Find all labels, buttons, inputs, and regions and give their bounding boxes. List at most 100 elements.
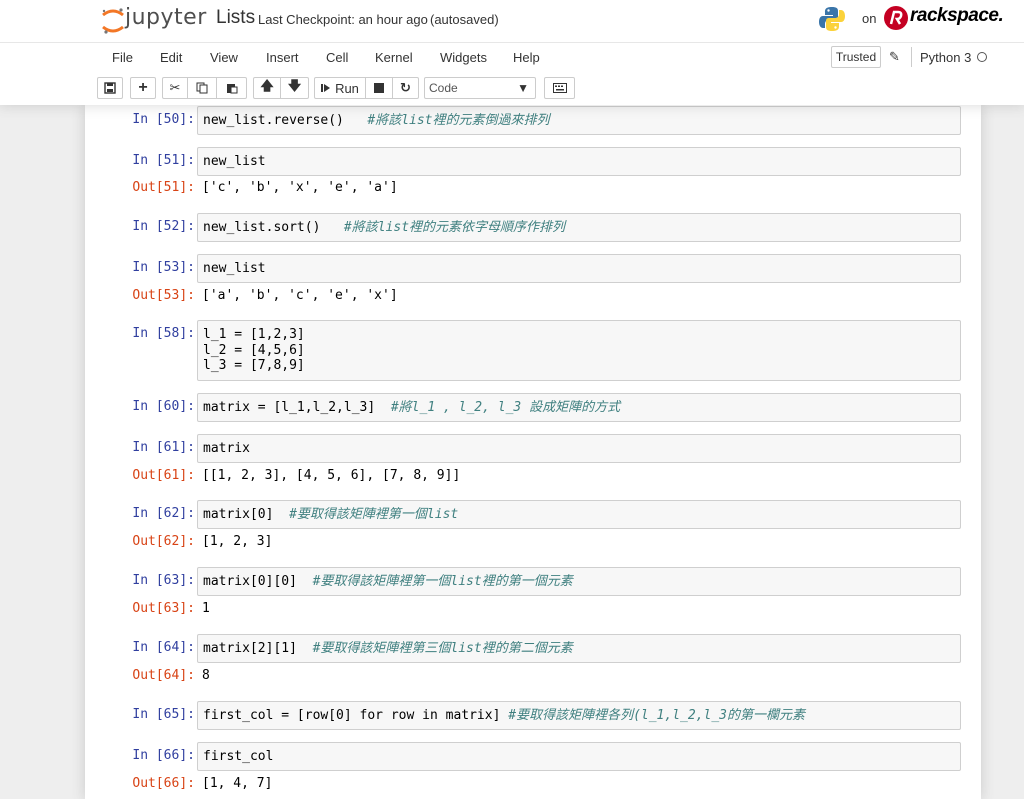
- menu-insert[interactable]: Insert: [266, 50, 299, 65]
- scissors-icon: ✂: [169, 80, 181, 95]
- plus-icon: +: [138, 79, 148, 96]
- code-text: first_col = [row[0] for row in matrix]: [203, 708, 501, 723]
- copy-button[interactable]: [188, 77, 217, 99]
- input-prompt: In [64]:: [132, 640, 195, 655]
- menu-view[interactable]: View: [210, 50, 238, 65]
- notebook-container: In [50]: new_list.reverse() #將該list裡的元素倒…: [85, 105, 981, 799]
- code-text: new_list: [203, 261, 266, 276]
- code-input-area[interactable]: new_list.sort() #將該list裡的元素依字母順序作排列: [197, 213, 961, 242]
- kernel-name[interactable]: Python 3: [920, 50, 971, 65]
- code-comment: #將該list裡的元素依字母順序作排列: [343, 220, 566, 235]
- checkpoint-status: Last Checkpoint: an hour ago: [258, 12, 428, 27]
- menu-widgets[interactable]: Widgets: [440, 50, 487, 65]
- code-text: new_list.sort(): [203, 220, 321, 235]
- input-prompt: In [63]:: [132, 573, 195, 588]
- code-comment: #將該list裡的元素倒過來排列: [367, 113, 550, 128]
- paste-icon: [226, 84, 237, 94]
- input-prompt: In [53]:: [132, 260, 195, 275]
- code-line: l_1 = [1,2,3]: [203, 327, 305, 342]
- output-prompt: Out[61]:: [132, 468, 195, 483]
- input-prompt: In [51]:: [132, 153, 195, 168]
- insert-cell-button[interactable]: +: [130, 77, 156, 99]
- save-button[interactable]: [97, 77, 123, 99]
- restart-kernel-button[interactable]: ↻: [393, 77, 419, 99]
- code-input-area[interactable]: first_col: [197, 742, 961, 771]
- arrow-up-icon: 🡅: [260, 78, 274, 93]
- input-prompt: In [50]:: [132, 112, 195, 127]
- code-text: matrix: [203, 441, 250, 456]
- output-prompt: Out[63]:: [132, 601, 195, 616]
- trusted-badge[interactable]: Trusted: [831, 46, 881, 68]
- copy-icon: [196, 82, 208, 94]
- cell-output: 8: [202, 668, 210, 683]
- autosave-status: (autosaved): [430, 12, 499, 27]
- menu-kernel[interactable]: Kernel: [375, 50, 413, 65]
- cell-output: 1: [202, 601, 210, 616]
- rackspace-wordmark: rackspace.: [910, 5, 1004, 26]
- notebook-header: jupyter Lists Last Checkpoint: an hour a…: [0, 0, 1024, 105]
- input-prompt: In [52]:: [132, 219, 195, 234]
- code-comment: #要取得該矩陣裡第三個list裡的第二個元素: [312, 641, 573, 656]
- paste-button[interactable]: [217, 77, 247, 99]
- jupyter-logo-icon[interactable]: [100, 7, 126, 35]
- hosted-on-label: on: [862, 11, 877, 26]
- input-prompt: In [62]:: [132, 506, 195, 521]
- code-text: matrix[0]: [203, 507, 274, 522]
- header-top-row: jupyter Lists Last Checkpoint: an hour a…: [0, 0, 1024, 43]
- code-comment: #將l_1 , l_2, l_3 設成矩陣的方式: [390, 400, 621, 415]
- menu-file[interactable]: File: [112, 50, 133, 65]
- code-input-area[interactable]: matrix[2][1] #要取得該矩陣裡第三個list裡的第二個元素: [197, 634, 961, 663]
- cut-button[interactable]: ✂: [162, 77, 188, 99]
- code-input-area[interactable]: first_col = [row[0] for row in matrix] #…: [197, 701, 961, 730]
- code-input-area[interactable]: matrix: [197, 434, 961, 463]
- notebook-title[interactable]: Lists: [216, 7, 255, 29]
- code-input-area[interactable]: new_list.reverse() #將該list裡的元素倒過來排列: [197, 106, 961, 135]
- output-prompt: Out[64]:: [132, 668, 195, 683]
- code-line: l_2 = [4,5,6]: [203, 342, 305, 358]
- output-prompt: Out[51]:: [132, 180, 195, 195]
- code-comment: #要取得該矩陣裡第一個list裡的第一個元素: [312, 574, 573, 589]
- code-text: new_list.reverse(): [203, 113, 344, 128]
- run-label: Run: [335, 80, 359, 96]
- keyboard-icon: [552, 83, 567, 93]
- code-text: matrix[2][1]: [203, 641, 297, 656]
- code-input-area[interactable]: l_1 = [1,2,3] l_2 = [4,5,6] l_3 = [7,8,9…: [197, 320, 961, 381]
- cell-type-select[interactable]: Code ▼: [424, 77, 536, 99]
- rackspace-logo-icon: [884, 6, 908, 30]
- menu-help[interactable]: Help: [513, 50, 540, 65]
- output-prompt: Out[53]:: [132, 288, 195, 303]
- move-down-button[interactable]: 🡇: [281, 77, 309, 99]
- code-comment: #要取得該矩陣裡第一個list: [289, 507, 459, 522]
- edit-mode-pencil-icon: ✎: [889, 49, 900, 64]
- output-prompt: Out[66]:: [132, 776, 195, 791]
- code-text: new_list: [203, 154, 266, 169]
- code-input-area[interactable]: new_list: [197, 147, 961, 176]
- command-palette-button[interactable]: [544, 77, 575, 99]
- interrupt-button[interactable]: [366, 77, 393, 99]
- cell-output: ['a', 'b', 'c', 'e', 'x']: [202, 288, 398, 303]
- menu-edit[interactable]: Edit: [160, 50, 182, 65]
- save-icon: [104, 82, 116, 94]
- arrow-down-icon: 🡇: [287, 78, 302, 93]
- code-input-area[interactable]: matrix[0] #要取得該矩陣裡第一個list: [197, 500, 961, 529]
- cell-type-value: Code: [429, 81, 458, 95]
- jupyter-wordmark[interactable]: jupyter: [125, 5, 207, 30]
- cell-output: [1, 2, 3]: [202, 534, 273, 549]
- input-prompt: In [65]:: [132, 707, 195, 722]
- code-text: first_col: [203, 749, 274, 764]
- code-input-area[interactable]: new_list: [197, 254, 961, 283]
- code-line: l_3 = [7,8,9]: [203, 358, 305, 373]
- move-up-button[interactable]: 🡅: [253, 77, 281, 99]
- menu-cell[interactable]: Cell: [326, 50, 348, 65]
- code-input-area[interactable]: matrix = [l_1,l_2,l_3] #將l_1 , l_2, l_3 …: [197, 393, 961, 422]
- input-prompt: In [60]:: [132, 399, 195, 414]
- input-prompt: In [58]:: [132, 326, 195, 341]
- cell-output: [1, 4, 7]: [202, 776, 273, 791]
- cell-output: [[1, 2, 3], [4, 5, 6], [7, 8, 9]]: [202, 468, 461, 483]
- code-text: matrix[0][0]: [203, 574, 297, 589]
- refresh-icon: ↻: [400, 80, 411, 95]
- run-button[interactable]: Run: [314, 77, 366, 99]
- step-forward-icon: [321, 84, 331, 92]
- code-text: matrix = [l_1,l_2,l_3]: [203, 400, 376, 415]
- code-input-area[interactable]: matrix[0][0] #要取得該矩陣裡第一個list裡的第一個元素: [197, 567, 961, 596]
